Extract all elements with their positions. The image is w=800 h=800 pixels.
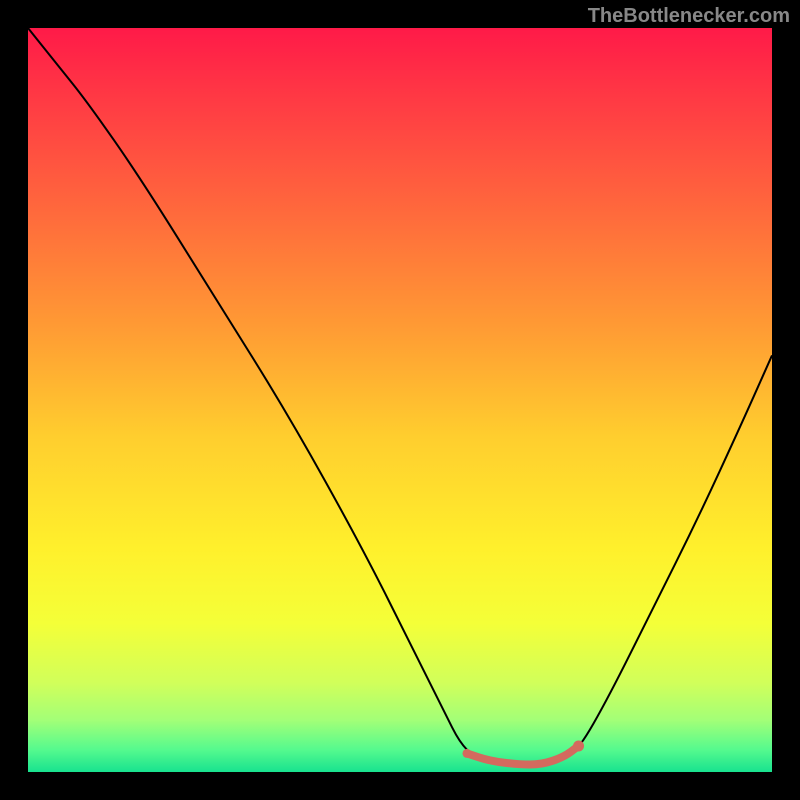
highlight-start bbox=[462, 749, 471, 758]
chart-area bbox=[28, 28, 772, 772]
watermark-text: TheBottlenecker.com bbox=[588, 5, 790, 28]
chart-svg bbox=[28, 28, 772, 772]
highlight-end bbox=[573, 740, 584, 751]
chart-container: TheBottlenecker.com bbox=[0, 0, 800, 800]
gradient-background bbox=[28, 28, 772, 772]
